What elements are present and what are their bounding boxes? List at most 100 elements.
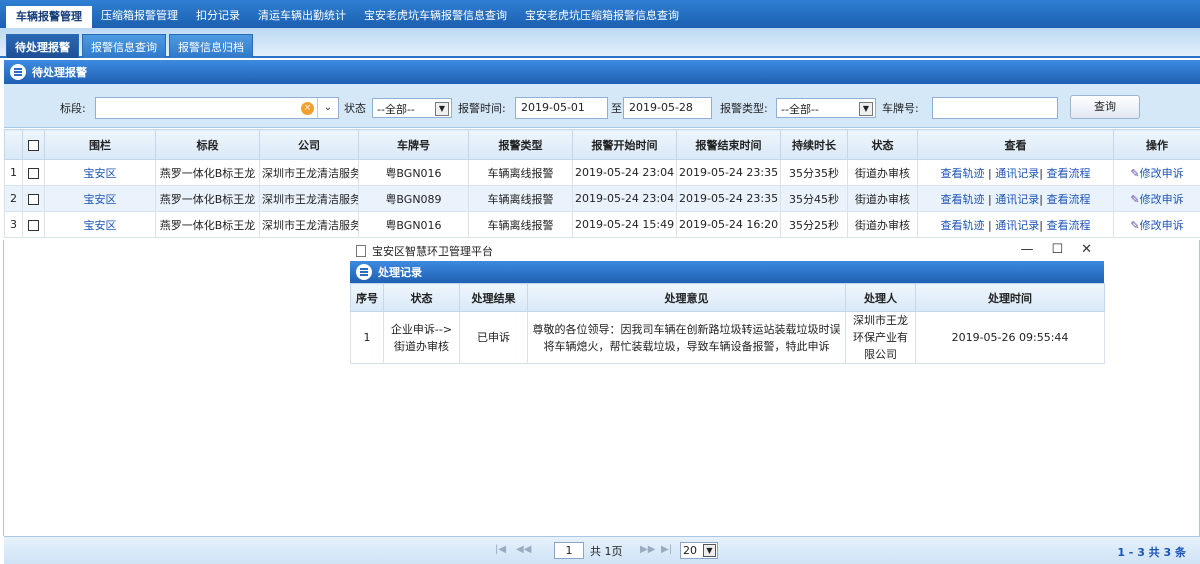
alarm-type-select[interactable]: --全部-- ▼ xyxy=(776,98,876,118)
plate-cell: 粤BGN016 xyxy=(358,159,469,186)
date-from-input[interactable]: 2019-05-01 xyxy=(515,97,608,119)
view-track-link[interactable]: 查看轨迹 xyxy=(941,167,985,180)
end-time-cell: 2019-05-24 16:20 xyxy=(676,211,781,238)
alarm-type-label: 报警类型: xyxy=(720,102,768,115)
view-links: 查看轨迹 | 通讯记录| 查看流程 xyxy=(917,211,1114,238)
process-record-table: 序号 状态 处理结果 处理意见 处理人 处理时间 1 企业申诉-->街道办审核 … xyxy=(350,283,1105,364)
time-cell: 2019-05-26 09:55:44 xyxy=(915,311,1105,364)
row-checkbox[interactable] xyxy=(22,159,45,186)
start-time-cell: 2019-05-24 23:04 xyxy=(572,159,677,186)
maximize-icon[interactable]: ☐ xyxy=(1051,242,1063,257)
dropdown-arrow-icon: ▼ xyxy=(703,544,716,557)
nav-attendance-stats[interactable]: 清运车辆出勤统计 xyxy=(249,0,355,28)
plate-cell: 粤BGN089 xyxy=(358,185,469,212)
page-number-input[interactable]: 1 xyxy=(554,542,584,559)
window-titlebar[interactable]: 宝安区智慧环卫管理平台 — ☐ ✕ xyxy=(350,240,1104,261)
view-track-link[interactable]: 查看轨迹 xyxy=(941,193,985,206)
col-end-time: 报警结束时间 xyxy=(676,129,781,160)
alarm-table: 围栏 标段 公司 车牌号 报警类型 报警开始时间 报警结束时间 持续时长 状态 … xyxy=(4,129,1200,238)
comm-records-link[interactable]: 通讯记录 xyxy=(995,219,1039,232)
process-record-window: 宝安区智慧环卫管理平台 — ☐ ✕ 处理记录 序号 状态 处理结果 处理意见 处… xyxy=(350,240,1105,364)
col-time: 处理时间 xyxy=(915,283,1105,312)
prev-page-icon[interactable]: ◀◀ xyxy=(516,544,531,555)
segment-cell: 燕罗一体化B标王龙 xyxy=(155,159,260,186)
view-flow-link[interactable]: 查看流程 xyxy=(1046,219,1090,232)
dropdown-arrow-icon: ▼ xyxy=(859,102,873,116)
row-checkbox[interactable] xyxy=(22,211,45,238)
query-button[interactable]: 查询 xyxy=(1070,95,1140,119)
action-cell: ✎修改申诉 xyxy=(1113,159,1200,186)
col-company: 公司 xyxy=(259,129,359,160)
col-start-time: 报警开始时间 xyxy=(572,129,677,160)
plate-cell: 粤BGN016 xyxy=(358,211,469,238)
panel-header: 待处理报警 xyxy=(4,60,1200,84)
nav-deduction-records[interactable]: 扣分记录 xyxy=(187,0,249,28)
select-all-checkbox[interactable] xyxy=(22,129,45,160)
table-row[interactable]: 3 宝安区 燕罗一体化B标王龙 深圳市王龙清洁服务有 粤BGN016 车辆离线报… xyxy=(4,211,1200,238)
start-time-cell: 2019-05-24 23:04 xyxy=(572,185,677,212)
status-select[interactable]: --全部-- ▼ xyxy=(372,98,452,118)
edit-appeal-link[interactable]: 修改申诉 xyxy=(1140,167,1184,180)
table-row[interactable]: 1 宝安区 燕罗一体化B标王龙 深圳市王龙清洁服务有 粤BGN016 车辆离线报… xyxy=(4,159,1200,186)
segment-combobox[interactable]: × ⌄ xyxy=(95,97,339,119)
date-from-value: 2019-05-01 xyxy=(521,101,585,114)
popup-panel-title: 处理记录 xyxy=(378,266,422,279)
chevron-down-icon[interactable]: ⌄ xyxy=(317,98,338,118)
next-page-icon[interactable]: ▶▶ xyxy=(640,544,655,555)
to-label: 至 xyxy=(611,102,622,115)
nav-laohukeng-vehicle[interactable]: 宝安老虎坑车辆报警信息查询 xyxy=(355,0,516,28)
result-cell: 已申诉 xyxy=(459,311,528,364)
view-links: 查看轨迹 | 通讯记录| 查看流程 xyxy=(917,159,1114,186)
col-segment: 标段 xyxy=(155,129,260,160)
view-flow-link[interactable]: 查看流程 xyxy=(1046,193,1090,206)
status-cell: 街道办审核 xyxy=(847,211,918,238)
comm-records-link[interactable]: 通讯记录 xyxy=(995,193,1039,206)
col-fence: 围栏 xyxy=(44,129,156,160)
table-header-row: 序号 状态 处理结果 处理意见 处理人 处理时间 xyxy=(350,283,1105,312)
edit-appeal-link[interactable]: 修改申诉 xyxy=(1140,219,1184,232)
first-page-icon[interactable]: |◀ xyxy=(495,544,506,555)
fence-cell: 宝安区 xyxy=(44,185,156,212)
sub-tabs: 待处理报警 报警信息查询 报警信息归档 xyxy=(0,28,1200,58)
date-to-input[interactable]: 2019-05-28 xyxy=(623,97,712,119)
alarm-type-cell: 车辆离线报警 xyxy=(468,211,573,238)
clear-icon[interactable]: × xyxy=(301,102,314,115)
nav-vehicle-alarm[interactable]: 车辆报警管理 xyxy=(6,6,92,28)
plate-label: 车牌号: xyxy=(882,102,919,115)
dropdown-arrow-icon: ▼ xyxy=(435,102,449,116)
last-page-icon[interactable]: ▶| xyxy=(661,544,672,555)
col-view: 查看 xyxy=(917,129,1114,160)
minimize-icon[interactable]: — xyxy=(1020,242,1033,257)
close-icon[interactable]: ✕ xyxy=(1081,242,1092,257)
total-pages: 共 1页 xyxy=(590,545,623,558)
table-row[interactable]: 2 宝安区 燕罗一体化B标王龙 深圳市王龙清洁服务有 粤BGN089 车辆离线报… xyxy=(4,185,1200,212)
view-links: 查看轨迹 | 通讯记录| 查看流程 xyxy=(917,185,1114,212)
table-row: 1 企业申诉-->街道办审核 已申诉 尊敬的各位领导：因我司车辆在创新路垃圾转运… xyxy=(350,311,1105,364)
pager: |◀ ◀◀ 1 共 1页 ▶▶ ▶| 20 ▼ 1 - 3 共 3 条 xyxy=(4,536,1200,564)
pencil-icon: ✎ xyxy=(1130,218,1140,232)
list-icon xyxy=(10,64,26,80)
comm-records-link[interactable]: 通讯记录 xyxy=(995,167,1039,180)
edit-appeal-link[interactable]: 修改申诉 xyxy=(1140,193,1184,206)
alarm-type-cell: 车辆离线报警 xyxy=(468,159,573,186)
nav-compressor-alarm[interactable]: 压缩箱报警管理 xyxy=(92,0,187,28)
tab-pending-alarms[interactable]: 待处理报警 xyxy=(6,34,79,58)
tab-alarm-query[interactable]: 报警信息查询 xyxy=(82,34,166,58)
row-number: 2 xyxy=(4,185,23,212)
records-summary: 1 - 3 共 3 条 xyxy=(1117,546,1186,559)
tab-alarm-archive[interactable]: 报警信息归档 xyxy=(169,34,253,58)
pencil-icon: ✎ xyxy=(1130,166,1140,180)
popup-panel-header: 处理记录 xyxy=(350,261,1104,283)
plate-input[interactable] xyxy=(932,97,1058,119)
view-flow-link[interactable]: 查看流程 xyxy=(1046,167,1090,180)
nav-laohukeng-compressor[interactable]: 宝安老虎坑压缩箱报警信息查询 xyxy=(516,0,688,28)
view-track-link[interactable]: 查看轨迹 xyxy=(941,219,985,232)
window-title: 宝安区智慧环卫管理平台 xyxy=(372,244,493,258)
start-time-cell: 2019-05-24 15:49 xyxy=(572,211,677,238)
row-checkbox[interactable] xyxy=(22,185,45,212)
page-size-select[interactable]: 20 ▼ xyxy=(680,542,718,559)
window-controls: — ☐ ✕ xyxy=(1020,242,1092,257)
company-cell: 深圳市王龙清洁服务有 xyxy=(259,185,359,212)
col-seq: 序号 xyxy=(350,283,384,312)
col-action: 操作 xyxy=(1113,129,1200,160)
